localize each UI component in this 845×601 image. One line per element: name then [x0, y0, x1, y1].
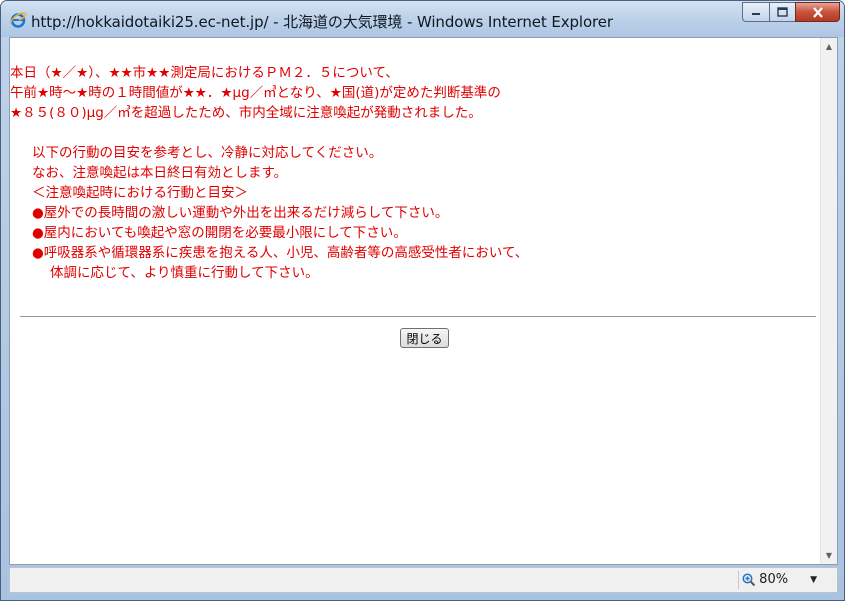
maximize-button[interactable]	[769, 2, 795, 22]
page-content[interactable]: 本日（★／★）、★★市★★測定局におけるＰＭ２．５について、 午前★時～★時の１…	[9, 37, 838, 565]
close-button[interactable]: 閉じる	[400, 328, 449, 348]
title-bar[interactable]: http://hokkaidotaiki25.ec-net.jp/ - 北海道の…	[1, 1, 844, 37]
minimize-button[interactable]	[742, 2, 769, 22]
guidance-item: ●屋外での長時間の激しい運動や外出を出来るだけ減らして下さい。	[32, 205, 449, 221]
maximize-icon	[777, 7, 788, 17]
minimize-icon	[752, 13, 760, 15]
zoom-icon	[742, 572, 756, 586]
zoom-level: 80%	[759, 572, 789, 587]
status-bar: 80% ▼	[9, 567, 838, 593]
guidance-line: なお、注意喚起は本日終日有効とします。	[32, 165, 288, 181]
close-window-button[interactable]	[795, 2, 840, 22]
zoom-control[interactable]: 80% ▼	[742, 572, 817, 587]
guidance-item: ●呼吸器系や循環器系に疾患を抱える人、小児、高齢者等の高感受性者において、	[32, 245, 529, 261]
message-line: 午前★時～★時の１時間値が★★．★μg／㎥となり、★国(道)が定めた判断基準の	[10, 85, 501, 101]
vertical-scrollbar[interactable]: ▲ ▼	[820, 38, 837, 564]
scroll-down-arrow-icon[interactable]: ▼	[821, 547, 837, 564]
alert-message: 本日（★／★）、★★市★★測定局におけるＰＭ２．５について、 午前★時～★時の１…	[10, 63, 818, 283]
guidance-item-continuation: 体調に応じて、より慎重に行動して下さい。	[50, 265, 319, 281]
zoom-dropdown-arrow-icon[interactable]: ▼	[810, 575, 817, 585]
scroll-up-arrow-icon[interactable]: ▲	[821, 38, 837, 55]
window-controls	[742, 2, 840, 24]
message-line: ★８５(８０)μg／㎥を超過したため、市内全域に注意喚起が発動されました。	[10, 105, 482, 121]
message-line: 本日（★／★）、★★市★★測定局におけるＰＭ２．５について、	[10, 65, 399, 81]
guidance-line: 以下の行動の目安を参考とし、冷静に対応してください。	[32, 145, 383, 161]
divider	[20, 316, 816, 317]
status-separator	[738, 571, 739, 589]
browser-window: http://hokkaidotaiki25.ec-net.jp/ - 北海道の…	[0, 0, 845, 601]
window-title: http://hokkaidotaiki25.ec-net.jp/ - 北海道の…	[31, 13, 613, 31]
close-icon	[812, 6, 823, 18]
internet-explorer-icon	[9, 11, 27, 29]
guidance-heading: ＜注意喚起時における行動と目安＞	[32, 185, 248, 201]
guidance-item: ●屋内においても喚起や窓の開閉を必要最小限にして下さい。	[32, 225, 407, 241]
